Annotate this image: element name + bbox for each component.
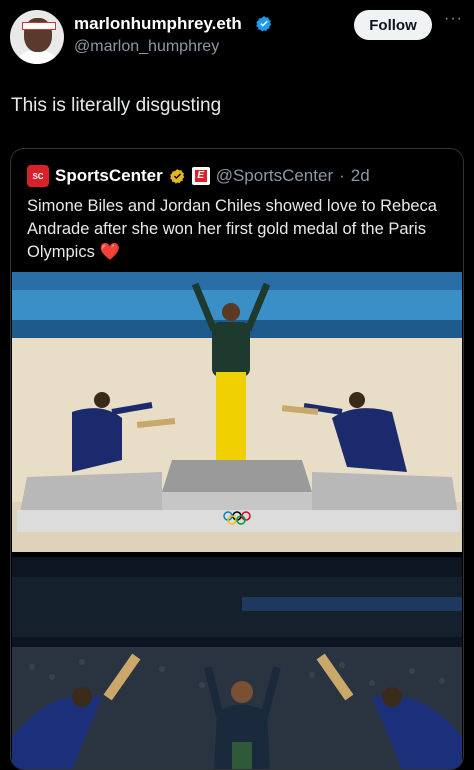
- quoted-text-body: Simone Biles and Jordan Chiles showed lo…: [27, 197, 437, 261]
- gold-verified-badge-icon: [169, 168, 184, 184]
- quoted-tweet[interactable]: SC SportsCenter E @SportsCenter · 2d Sim…: [10, 148, 464, 770]
- more-options-icon[interactable]: ···: [444, 10, 463, 28]
- verified-badge-icon: [256, 16, 272, 32]
- sportscenter-logo-icon[interactable]: SC: [27, 165, 49, 187]
- author-avatar[interactable]: [10, 10, 64, 64]
- quoted-age[interactable]: 2d: [351, 166, 370, 186]
- author-display-name[interactable]: marlonhumphrey.eth: [74, 14, 242, 34]
- avatar-shirt: [14, 50, 60, 64]
- quoted-tweet-header: SC SportsCenter E @SportsCenter · 2d: [27, 165, 370, 187]
- heart-emoji-icon: ❤️: [99, 243, 120, 261]
- quoted-text: Simone Biles and Jordan Chiles showed lo…: [27, 195, 447, 264]
- espn-affiliate-icon: E: [191, 167, 210, 185]
- author-handle[interactable]: @marlon_humphrey: [74, 38, 219, 56]
- tweet-text: This is literally disgusting: [11, 95, 222, 116]
- quoted-media-image-podium[interactable]: [12, 272, 462, 552]
- separator-dot: ·: [339, 166, 345, 185]
- quoted-display-name[interactable]: SportsCenter: [55, 166, 163, 186]
- follow-button[interactable]: Follow: [354, 10, 432, 40]
- quoted-handle[interactable]: @SportsCenter: [216, 166, 333, 186]
- quoted-media-image-arena[interactable]: [12, 557, 462, 769]
- avatar-headband: [22, 22, 56, 30]
- espn-affiliate-letter: E: [194, 170, 207, 182]
